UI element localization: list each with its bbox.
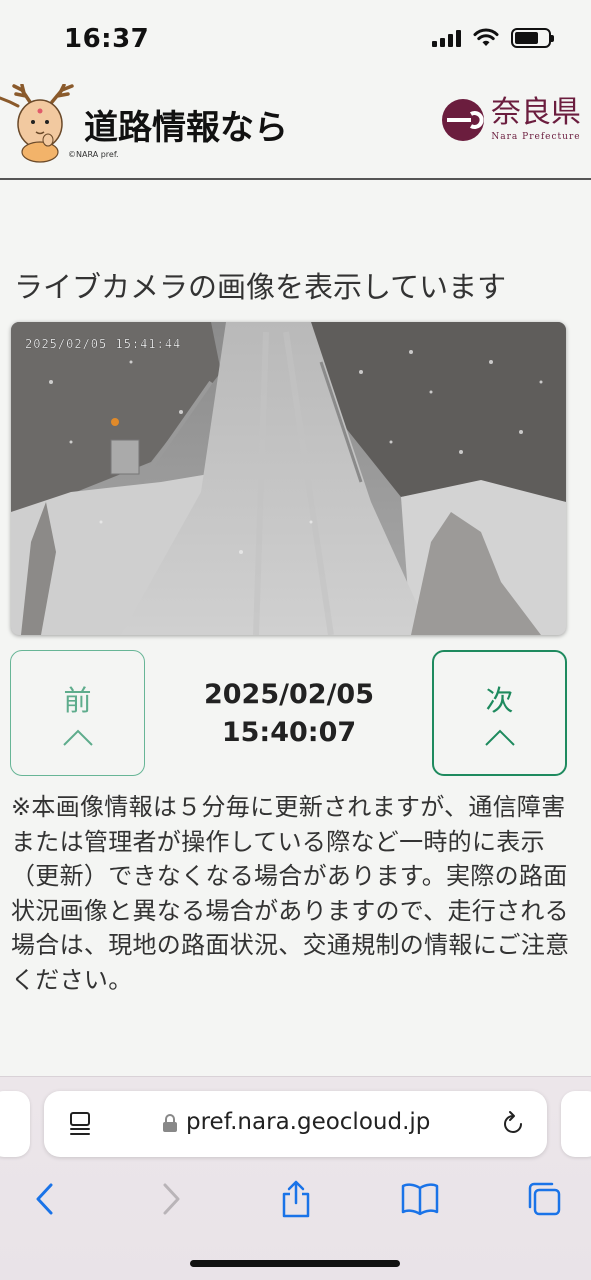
lock-icon	[163, 1114, 177, 1132]
next-image-button[interactable]: 次	[432, 650, 567, 776]
address-bar[interactable]: pref.nara.geocloud.jp	[44, 1091, 547, 1157]
bookmarks-button[interactable]	[398, 1177, 442, 1221]
wifi-icon	[473, 28, 499, 46]
site-title[interactable]: 道路情報なら	[84, 100, 288, 149]
image-timestamp: 2025/02/05 15:40:07	[150, 676, 428, 752]
status-icons	[432, 28, 554, 48]
site-header: ©NARA pref. 道路情報なら 奈良県 Nara Prefecture	[0, 78, 591, 180]
tabs-icon	[528, 1182, 561, 1216]
camera-overlay-timestamp: 2025/02/05 15:41:44	[25, 337, 181, 351]
browser-toolbar: pref.nara.geocloud.jp	[0, 1076, 591, 1280]
timestamp-time: 15:40:07	[221, 717, 357, 748]
pref-name: 奈良県	[491, 95, 581, 130]
back-icon	[36, 1183, 53, 1215]
share-button[interactable]	[274, 1177, 318, 1221]
update-notice: ※本画像情報は５分毎に更新されますが、通信障害または管理者が操作している際など一…	[11, 793, 570, 994]
battery-icon	[511, 28, 554, 48]
prev-button-caret-icon	[62, 729, 93, 746]
forward-button[interactable]	[150, 1177, 194, 1221]
nara-pref-logo[interactable]: 奈良県 Nara Prefecture	[441, 98, 581, 142]
status-bar: 16:37	[0, 0, 591, 78]
prev-image-button[interactable]: 前	[10, 650, 145, 776]
next-button-caret-icon	[484, 729, 515, 746]
nara-pref-emblem-icon	[442, 99, 484, 141]
url-text: pref.nara.geocloud.jp	[186, 1109, 431, 1135]
timestamp-date: 2025/02/05	[203, 679, 374, 710]
page-heading: ライブカメラの画像を表示しています	[14, 270, 507, 304]
page-menu-icon[interactable]	[68, 1111, 94, 1137]
pref-subtitle: Nara Prefecture	[491, 132, 581, 142]
prev-button-label: 前	[63, 684, 92, 717]
tabs-button[interactable]	[522, 1177, 566, 1221]
forward-icon	[163, 1183, 180, 1215]
bookmarks-icon	[401, 1183, 439, 1216]
status-time: 16:37	[64, 24, 150, 54]
cellular-signal-icon	[432, 29, 461, 47]
share-icon	[282, 1180, 310, 1218]
mascot-credit: ©NARA pref.	[68, 150, 119, 159]
reload-icon[interactable]	[499, 1110, 527, 1138]
previous-tab-preview[interactable]	[0, 1091, 30, 1157]
back-button[interactable]	[22, 1177, 66, 1221]
home-indicator	[190, 1260, 400, 1267]
next-button-label: 次	[485, 684, 514, 717]
next-tab-preview[interactable]	[561, 1091, 591, 1157]
live-camera-image: 2025/02/05 15:41:44	[11, 322, 566, 635]
